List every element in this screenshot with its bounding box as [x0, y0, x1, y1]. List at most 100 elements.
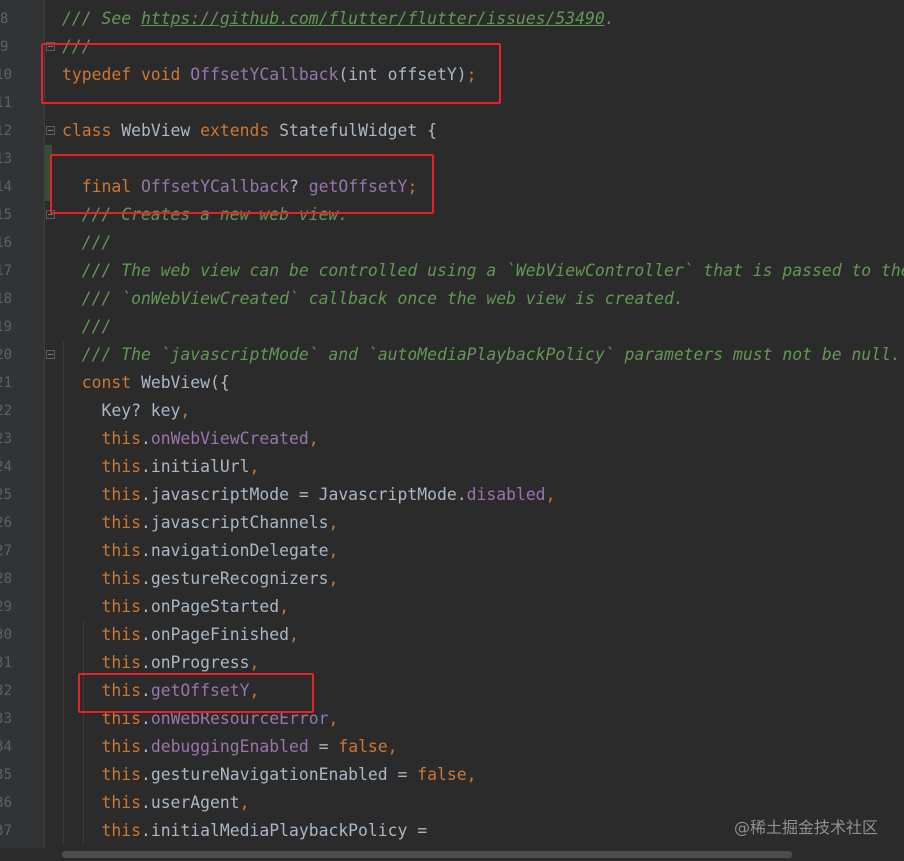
code-text: this.javascriptChannels,	[62, 509, 338, 537]
code-line[interactable]: 26 this.javascriptChannels,	[0, 509, 904, 537]
code-line[interactable]: 22 Key? key,	[0, 397, 904, 425]
code-token: ;	[407, 177, 418, 196]
horizontal-scrollbar[interactable]	[0, 848, 904, 861]
code-line[interactable]: 21 const WebView({	[0, 369, 904, 397]
code-token: ,	[249, 653, 260, 672]
line-number: 31	[0, 655, 12, 671]
code-token: typedef void	[62, 65, 191, 84]
code-text: this.gestureRecognizers,	[62, 565, 338, 593]
code-line[interactable]: 35 this.gestureNavigationEnabled = false…	[0, 761, 904, 789]
code-text: this.initialMediaPlaybackPolicy =	[62, 817, 427, 845]
line-number: 32	[0, 683, 12, 699]
code-line[interactable]: 27 this.navigationDelegate,	[0, 537, 904, 565]
code-text: this.getOffsetY,	[62, 677, 259, 705]
code-line[interactable]: 36 this.userAgent,	[0, 789, 904, 817]
code-line[interactable]: 9 ///	[0, 33, 904, 61]
code-line[interactable]: 20 /// The `javascriptMode` and `autoMed…	[0, 341, 904, 369]
code-line[interactable]: 33 this.onWebResourceError,	[0, 705, 904, 733]
code-text: typedef void OffsetYCallback(int offsetY…	[62, 61, 477, 89]
code-token: this	[62, 457, 141, 476]
line-number: 19	[0, 319, 12, 335]
code-token: /// The `javascriptMode` and `autoMediaP…	[62, 345, 901, 364]
code-token: .onPageFinished	[140, 625, 289, 644]
code-token: getOffsetY	[308, 177, 408, 196]
code-token: this	[62, 541, 141, 560]
code-token: .	[140, 681, 151, 700]
code-line[interactable]: 19 ///	[0, 313, 904, 341]
code-token: ,	[328, 513, 339, 532]
fold-toggle-icon[interactable]	[46, 350, 55, 359]
code-text: this.gestureNavigationEnabled = false,	[62, 761, 476, 789]
code-line[interactable]: 28 this.gestureRecognizers,	[0, 565, 904, 593]
code-line[interactable]: 29 this.onPageStarted,	[0, 593, 904, 621]
code-text: this.onWebViewCreated,	[62, 425, 319, 453]
code-token: OffsetYCallback	[140, 177, 289, 196]
line-number: 15	[0, 207, 12, 223]
code-token: this	[62, 513, 141, 532]
code-token: ,	[545, 485, 556, 504]
code-line[interactable]: 30 this.onPageFinished,	[0, 621, 904, 649]
line-number: 9	[0, 39, 9, 55]
code-text: this.navigationDelegate,	[62, 537, 338, 565]
code-token: /// Creates a new web view.	[62, 205, 349, 224]
code-line[interactable]: 24 this.initialUrl,	[0, 453, 904, 481]
code-token: .javascriptChannels	[140, 513, 329, 532]
code-line[interactable]: 13	[0, 145, 904, 173]
code-token: /// The web view can be controlled using…	[62, 261, 904, 280]
code-token: ,	[249, 681, 260, 700]
code-line[interactable]: 18 /// `onWebViewCreated` callback once …	[0, 285, 904, 313]
line-number: 18	[0, 291, 12, 307]
code-token: ?	[289, 177, 309, 196]
code-text: class WebView extends StatefulWidget {	[62, 117, 437, 145]
code-text: this.userAgent,	[62, 789, 249, 817]
code-token: Key? key	[62, 401, 181, 420]
code-token: .gestureNavigationEnabled =	[140, 765, 418, 784]
code-token: ,	[328, 569, 339, 588]
line-number: 22	[0, 403, 12, 419]
code-token: this	[62, 765, 141, 784]
code-token: ,	[308, 429, 319, 448]
code-text: /// See https://github.com/flutter/flutt…	[62, 5, 615, 33]
line-number: 17	[0, 263, 12, 279]
code-line[interactable]: 34 this.debuggingEnabled = false,	[0, 733, 904, 761]
code-line[interactable]: 10 typedef void OffsetYCallback(int offse…	[0, 61, 904, 89]
code-token: .onPageStarted	[140, 597, 280, 616]
code-line[interactable]: 8 /// See https://github.com/flutter/flut…	[0, 5, 904, 33]
code-line[interactable]: 12 class WebView extends StatefulWidget {	[0, 117, 904, 145]
code-line[interactable]: 17 /// The web view can be controlled us…	[0, 257, 904, 285]
code-token: ,	[328, 709, 339, 728]
code-editor[interactable]: 8 /// See https://github.com/flutter/flut…	[0, 0, 904, 848]
code-token: this	[62, 429, 141, 448]
code-token: this	[62, 653, 141, 672]
watermark: @稀土掘金技术社区	[733, 818, 878, 837]
code-text: final OffsetYCallback? getOffsetY;	[62, 173, 418, 201]
horizontal-scrollbar-thumb[interactable]	[62, 851, 792, 858]
fold-toggle-icon[interactable]	[46, 42, 55, 51]
code-token: ,	[279, 597, 289, 616]
code-line[interactable]: 31 this.onProgress,	[0, 649, 904, 677]
line-number: 11	[0, 95, 12, 111]
code-token: ;	[466, 65, 477, 84]
fold-toggle-icon[interactable]	[46, 210, 55, 219]
code-line[interactable]: 25 this.javascriptMode = JavascriptMode.…	[0, 481, 904, 509]
code-line[interactable]: 11	[0, 89, 904, 117]
code-token: getOffsetY	[150, 681, 250, 700]
line-number: 12	[0, 123, 12, 139]
line-number: 36	[0, 795, 12, 811]
code-token: OffsetYCallback	[190, 65, 339, 84]
code-line[interactable]: 14 final OffsetYCallback? getOffsetY;	[0, 173, 904, 201]
code-token: https://github.com/flutter/flutter/issue…	[140, 9, 605, 28]
code-line[interactable]: 23 this.onWebViewCreated,	[0, 425, 904, 453]
fold-toggle-icon[interactable]	[46, 126, 55, 135]
code-token: this	[62, 709, 141, 728]
code-line[interactable]: 32 this.getOffsetY,	[0, 677, 904, 705]
code-token: .	[140, 429, 151, 448]
line-number: 20	[0, 347, 12, 363]
code-token: onWebResourceError	[150, 709, 329, 728]
code-line[interactable]: 16 ///	[0, 229, 904, 257]
code-text: this.debuggingEnabled = false,	[62, 733, 397, 761]
line-number: 8	[0, 11, 9, 27]
code-token: extends	[200, 121, 280, 140]
code-line[interactable]: 15 /// Creates a new web view.	[0, 201, 904, 229]
code-token: onWebViewCreated	[150, 429, 309, 448]
